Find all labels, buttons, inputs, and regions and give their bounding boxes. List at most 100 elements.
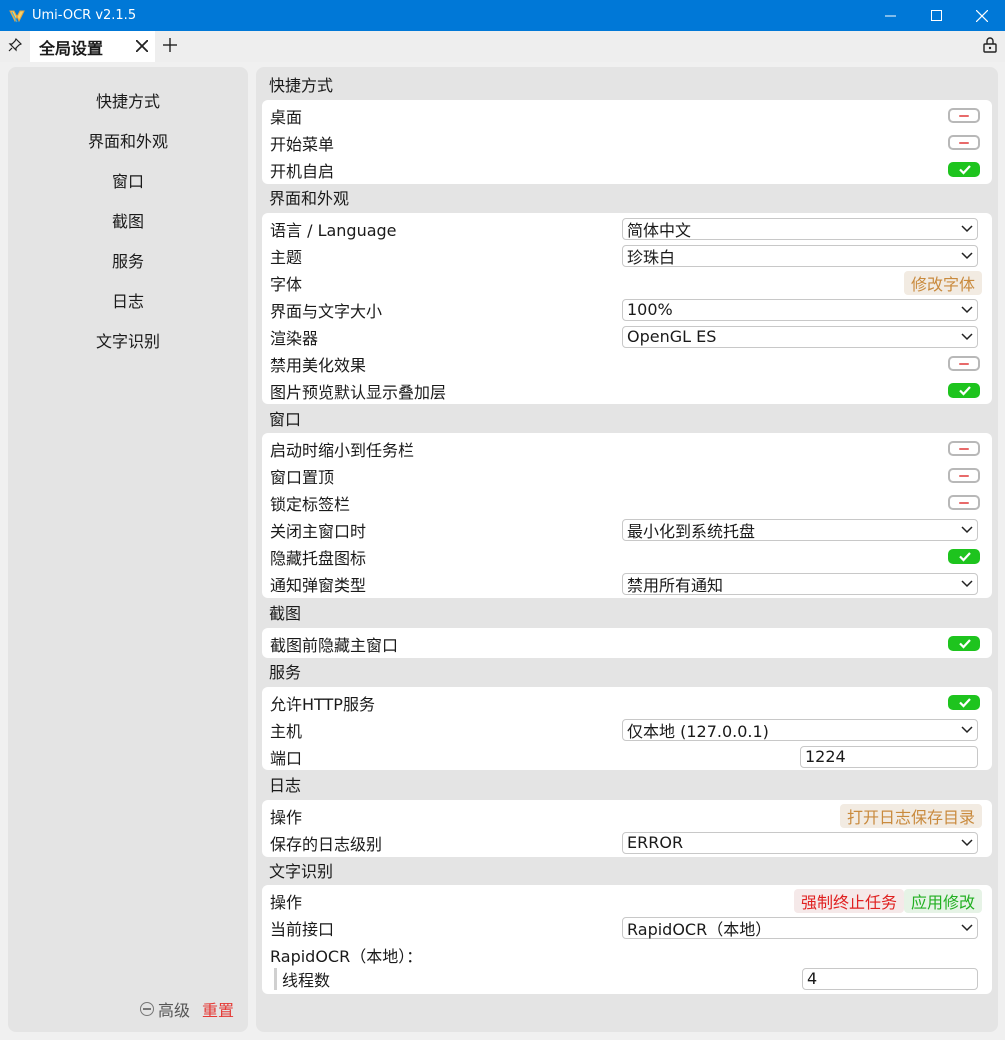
language-label: 语言 / Language [270, 220, 397, 240]
on-close-select[interactable]: 最小化到系统托盘 [622, 518, 978, 541]
topmost-toggle[interactable] [948, 468, 980, 483]
hide-tray-toggle[interactable] [948, 549, 980, 564]
port-input[interactable]: 1224 [800, 745, 978, 768]
sidebar-item-service[interactable]: 服务 [8, 242, 248, 282]
row-on-close: 关闭主窗口时 最小化到系统托盘 [262, 516, 992, 543]
renderer-select[interactable]: OpenGL ES [622, 325, 978, 348]
language-value: 简体中文 [627, 220, 692, 240]
check-icon [959, 552, 971, 562]
port-label: 端口 [270, 748, 303, 768]
row-minimize-on-start: 启动时缩小到任务栏 [262, 435, 992, 462]
indent-bar [274, 967, 277, 990]
card-ocr: 操作 强制终止任务 应用修改 当前接口 RapidOCR（本地） RapidOC… [262, 885, 992, 994]
tab-global-settings[interactable]: 全局设置 [30, 31, 155, 62]
chevron-down-icon [957, 327, 977, 347]
font-label: 字体 [270, 274, 303, 294]
row-log-level: 保存的日志级别 ERROR [262, 829, 992, 856]
row-allow-http: 允许HTTP服务 [262, 689, 992, 716]
row-preview-overlay: 图片预览默认显示叠加层 [262, 377, 992, 404]
settings-panel: 快捷方式 桌面 开始菜单 开机自启 界面和外观 语言 / Language 简体… [256, 67, 998, 1032]
chevron-down-icon [957, 520, 977, 540]
row-renderer: 渲染器 OpenGL ES [262, 323, 992, 350]
theme-label: 主题 [270, 247, 303, 267]
sidebar-item-window[interactable]: 窗口 [8, 162, 248, 202]
card-service: 允许HTTP服务 主机 仅本地 (127.0.0.1) 端口 1224 [262, 687, 992, 770]
row-font: 字体 修改字体 [262, 269, 992, 296]
lock-tabbar-toggle[interactable] [948, 495, 980, 510]
host-value: 仅本地 (127.0.0.1) [627, 721, 769, 741]
section-title-service: 服务 [269, 663, 302, 682]
renderer-label: 渲染器 [270, 328, 319, 348]
row-autostart: 开机自启 [262, 156, 992, 183]
settings-sidebar: 快捷方式 界面和外观 窗口 截图 服务 日志 文字识别 高级 重置 [8, 67, 248, 1032]
close-button[interactable] [959, 0, 1005, 31]
preview-overlay-label: 图片预览默认显示叠加层 [270, 382, 447, 402]
theme-select[interactable]: 珍珠白 [622, 244, 978, 267]
app-icon [8, 7, 26, 25]
start-menu-toggle[interactable] [948, 135, 980, 150]
maximize-icon [930, 10, 942, 21]
ocr-interface-select[interactable]: RapidOCR（本地） [622, 916, 978, 939]
sidebar-item-ocr[interactable]: 文字识别 [8, 322, 248, 362]
apply-changes-button[interactable]: 应用修改 [903, 888, 982, 913]
allow-http-label: 允许HTTP服务 [270, 694, 375, 714]
preview-overlay-toggle[interactable] [948, 383, 980, 398]
log-level-select[interactable]: ERROR [622, 831, 978, 854]
new-tab-button[interactable] [155, 31, 185, 62]
tab-close-button[interactable] [131, 36, 153, 58]
row-disable-effects: 禁用美化效果 [262, 350, 992, 377]
topmost-label: 窗口置顶 [270, 467, 335, 487]
check-icon [959, 386, 971, 396]
card-log: 操作 打开日志保存目录 保存的日志级别 ERROR [262, 800, 992, 857]
chevron-down-icon [957, 833, 977, 853]
tab-label: 全局设置 [39, 38, 104, 58]
lock-button[interactable] [975, 31, 1005, 62]
change-font-button[interactable]: 修改字体 [903, 270, 982, 295]
row-scale: 界面与文字大小 100% [262, 296, 992, 323]
close-icon [976, 9, 988, 22]
chevron-down-icon [957, 720, 977, 740]
chevron-down-icon [957, 246, 977, 266]
open-log-dir-button[interactable]: 打开日志保存目录 [839, 803, 982, 828]
row-lock-tabbar: 锁定标签栏 [262, 489, 992, 516]
on-close-label: 关闭主窗口时 [270, 521, 367, 541]
sidebar-item-log[interactable]: 日志 [8, 282, 248, 322]
row-port: 端口 1224 [262, 743, 992, 770]
notify-type-select[interactable]: 禁用所有通知 [622, 572, 978, 595]
desktop-toggle[interactable] [948, 108, 980, 123]
host-select[interactable]: 仅本地 (127.0.0.1) [622, 718, 978, 741]
sidebar-item-screenshot[interactable]: 截图 [8, 202, 248, 242]
row-ocr-action: 操作 强制终止任务 应用修改 [262, 887, 992, 914]
hide-tray-label: 隐藏托盘图标 [270, 548, 367, 568]
language-select[interactable]: 简体中文 [622, 217, 978, 240]
minimize-on-start-toggle[interactable] [948, 441, 980, 456]
allow-http-toggle[interactable] [948, 695, 980, 710]
chevron-down-icon [957, 918, 977, 938]
renderer-value: OpenGL ES [627, 327, 717, 346]
sidebar-item-shortcuts[interactable]: 快捷方式 [8, 82, 248, 122]
disable-effects-toggle[interactable] [948, 356, 980, 371]
section-title-shortcuts: 快捷方式 [269, 76, 334, 95]
threads-input[interactable]: 4 [802, 967, 978, 990]
section-title-window: 窗口 [269, 410, 302, 429]
hide-main-toggle[interactable] [948, 636, 980, 651]
advanced-toggle[interactable]: 高级 [139, 997, 190, 1021]
row-log-action: 操作 打开日志保存目录 [262, 802, 992, 829]
minimize-button[interactable] [867, 0, 913, 31]
notify-type-label: 通知弹窗类型 [270, 575, 367, 595]
check-icon [959, 639, 971, 649]
autostart-toggle[interactable] [948, 162, 980, 177]
maximize-button[interactable] [913, 0, 959, 31]
hide-main-label: 截图前隐藏主窗口 [270, 635, 399, 655]
minus-circle-icon [139, 1002, 154, 1016]
row-desktop: 桌面 [262, 102, 992, 129]
lock-tabbar-label: 锁定标签栏 [270, 494, 351, 514]
reset-button[interactable]: 重置 [202, 997, 234, 1021]
force-stop-button[interactable]: 强制终止任务 [793, 888, 904, 913]
sidebar-item-appearance[interactable]: 界面和外观 [8, 122, 248, 162]
section-title-screenshot: 截图 [269, 604, 302, 623]
pin-button[interactable] [0, 31, 30, 62]
scale-select[interactable]: 100% [622, 298, 978, 321]
minimize-icon [884, 10, 896, 21]
check-icon [959, 698, 971, 708]
